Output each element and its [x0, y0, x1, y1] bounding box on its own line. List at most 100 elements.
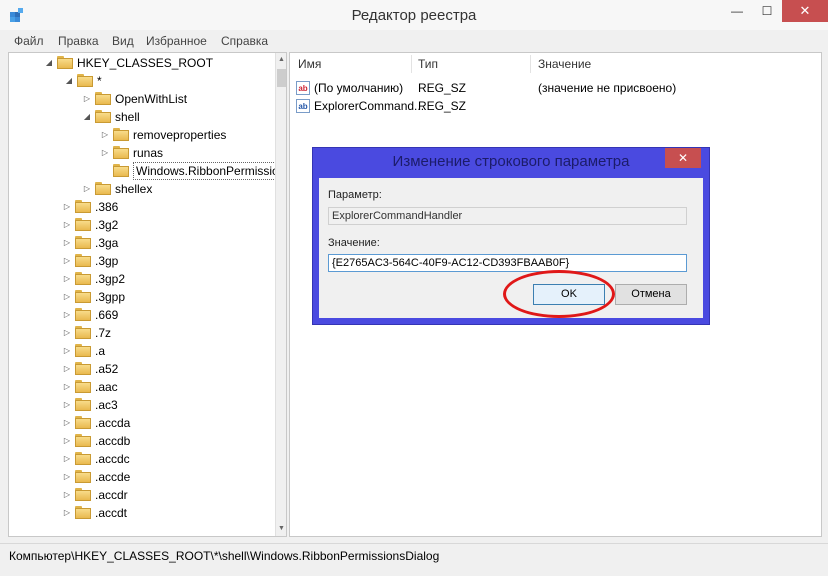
expand-arrow-icon[interactable]: ▷	[83, 180, 91, 198]
tree-node-label: .accde	[95, 470, 131, 484]
tree-node[interactable]: ▷ .aac	[9, 378, 274, 396]
expand-arrow-icon[interactable]: ▷	[63, 198, 71, 216]
maximize-button[interactable]: ☐	[752, 0, 782, 22]
collapse-arrow-icon[interactable]: ◢	[65, 72, 73, 90]
tree-node[interactable]: ▷ .3ga	[9, 234, 274, 252]
folder-icon	[75, 236, 91, 249]
expand-arrow-icon[interactable]: ▷	[63, 270, 71, 288]
minimize-button[interactable]: —	[722, 0, 752, 22]
tree-node[interactable]: ◢ shell	[9, 108, 274, 126]
tree-spacer[interactable]	[101, 162, 109, 180]
tree-node-label: .a	[95, 344, 106, 358]
folder-icon	[75, 362, 91, 375]
tree-node[interactable]: ▷ .3g2	[9, 216, 274, 234]
tree-node[interactable]: ▷ .accda	[9, 414, 274, 432]
tree-node[interactable]: ▷ .a52	[9, 360, 274, 378]
folder-icon	[75, 254, 91, 267]
expand-arrow-icon[interactable]: ▷	[63, 306, 71, 324]
expand-arrow-icon[interactable]: ▷	[63, 432, 71, 450]
tree-node[interactable]: ▷ .3gpp	[9, 288, 274, 306]
folder-icon	[75, 488, 91, 501]
expand-arrow-icon[interactable]: ▷	[63, 378, 71, 396]
ok-button[interactable]: OK	[533, 284, 605, 305]
tree-node[interactable]: ▷ .accdc	[9, 450, 274, 468]
scroll-thumb[interactable]	[277, 69, 286, 87]
expand-arrow-icon[interactable]: ▷	[63, 234, 71, 252]
expand-arrow-icon[interactable]: ▷	[63, 414, 71, 432]
value-row-explorercommandhandler[interactable]: ab ExplorerCommand... REG_SZ	[296, 97, 816, 115]
expand-arrow-icon[interactable]: ▷	[63, 468, 71, 486]
edit-string-dialog: Изменение строкового параметра ✕ Парамет…	[312, 147, 710, 325]
dialog-close-button[interactable]: ✕	[665, 148, 701, 168]
param-label: Параметр:	[328, 189, 382, 201]
tree-node[interactable]: ▷ shellex	[9, 180, 274, 198]
tree-node[interactable]: ▷ runas	[9, 144, 274, 162]
folder-icon	[75, 434, 91, 447]
cancel-button[interactable]: Отмена	[615, 284, 687, 305]
tree-node-label: .3gpp	[95, 290, 126, 304]
close-button[interactable]: ✕	[782, 0, 828, 22]
menu-file[interactable]: Файл	[14, 34, 44, 48]
tree-node[interactable]: ▷ .3gp	[9, 252, 274, 270]
expand-arrow-icon[interactable]: ▷	[63, 360, 71, 378]
menu-help[interactable]: Справка	[221, 34, 268, 48]
tree-node[interactable]: Windows.RibbonPermissionsDialog	[9, 162, 286, 180]
scroll-down-icon[interactable]: ▼	[276, 522, 286, 536]
value-name: ExplorerCommand...	[314, 99, 425, 113]
tree-node[interactable]: ▷ OpenWithList	[9, 90, 274, 108]
menu-edit[interactable]: Правка	[58, 34, 99, 48]
folder-icon	[75, 506, 91, 519]
tree-node[interactable]: ▷ .3gp2	[9, 270, 274, 288]
status-bar: Компьютер\HKEY_CLASSES_ROOT\*\shell\Wind…	[0, 543, 828, 576]
expand-arrow-icon[interactable]: ▷	[63, 504, 71, 522]
column-divider[interactable]	[411, 55, 412, 73]
expand-arrow-icon[interactable]: ▷	[101, 126, 109, 144]
expand-arrow-icon[interactable]: ▷	[63, 342, 71, 360]
menu-view[interactable]: Вид	[112, 34, 134, 48]
expand-arrow-icon[interactable]: ▷	[63, 450, 71, 468]
folder-icon	[95, 182, 111, 195]
expand-arrow-icon[interactable]: ▷	[101, 144, 109, 162]
expand-arrow-icon[interactable]: ▷	[63, 252, 71, 270]
folder-icon	[75, 380, 91, 393]
tree-node[interactable]: ▷ .ac3	[9, 396, 274, 414]
tree-node[interactable]: ▷ removeproperties	[9, 126, 274, 144]
collapse-arrow-icon[interactable]: ◢	[45, 54, 53, 72]
tree-node[interactable]: ▷ .386	[9, 198, 274, 216]
status-path: Компьютер\HKEY_CLASSES_ROOT\*\shell\Wind…	[9, 549, 440, 563]
tree-node[interactable]: ▷ .accdt	[9, 504, 274, 522]
collapse-arrow-icon[interactable]: ◢	[83, 108, 91, 126]
tree-node[interactable]: ▷ .a	[9, 342, 274, 360]
folder-icon	[113, 164, 129, 177]
tree-vertical-scrollbar[interactable]: ▲ ▼	[275, 53, 286, 536]
column-header-type[interactable]: Тип	[418, 57, 438, 71]
tree-node-label: .accdt	[95, 506, 128, 520]
expand-arrow-icon[interactable]: ▷	[63, 288, 71, 306]
expand-arrow-icon[interactable]: ▷	[63, 396, 71, 414]
expand-arrow-icon[interactable]: ▷	[63, 324, 71, 342]
dialog-body: Параметр: ExplorerCommandHandler Значени…	[319, 178, 703, 318]
scroll-up-icon[interactable]: ▲	[276, 53, 286, 67]
expand-arrow-icon[interactable]: ▷	[83, 90, 91, 108]
tree-node-label: .accdc	[95, 452, 130, 466]
expand-arrow-icon[interactable]: ▷	[63, 486, 71, 504]
menu-favorites[interactable]: Избранное	[146, 34, 207, 48]
tree-node-label: shell	[115, 110, 140, 124]
column-header-value[interactable]: Значение	[538, 57, 591, 71]
tree-node[interactable]: ◢ HKEY_CLASSES_ROOT	[9, 54, 274, 72]
expand-arrow-icon[interactable]: ▷	[63, 216, 71, 234]
tree-node[interactable]: ▷ .7z	[9, 324, 274, 342]
registry-tree[interactable]: ◢ HKEY_CLASSES_ROOT ◢ * ▷ OpenWithList ◢ shell ▷…	[8, 52, 287, 537]
value-row-default[interactable]: ab (По умолчанию) REG_SZ (значение не пр…	[296, 79, 816, 97]
tree-node[interactable]: ▷ .669	[9, 306, 274, 324]
tree-node[interactable]: ◢ *	[9, 72, 274, 90]
value-type: REG_SZ	[418, 99, 467, 113]
folder-icon	[75, 326, 91, 339]
tree-node[interactable]: ▷ .accdb	[9, 432, 274, 450]
tree-node[interactable]: ▷ .accde	[9, 468, 274, 486]
value-data-input[interactable]: {E2765AC3-564C-40F9-AC12-CD393FBAAB0F}	[328, 254, 687, 272]
column-header-name[interactable]: Имя	[298, 57, 321, 71]
tree-node-label: .accdr	[95, 488, 128, 502]
tree-node[interactable]: ▷ .accdr	[9, 486, 274, 504]
column-divider[interactable]	[530, 55, 531, 73]
